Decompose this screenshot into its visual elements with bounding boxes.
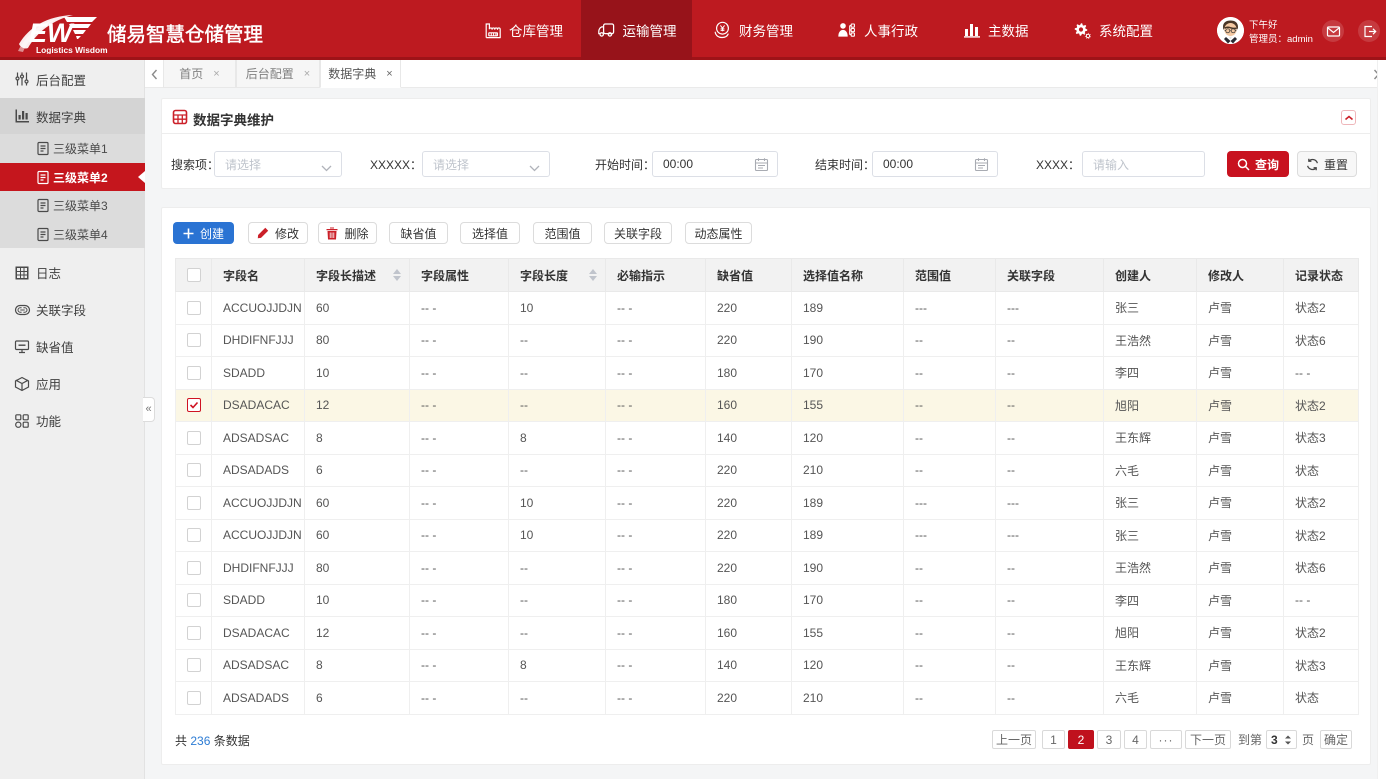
svg-text:EW: EW xyxy=(29,18,75,48)
svg-text:Logistics Wisdom: Logistics Wisdom xyxy=(36,45,108,54)
